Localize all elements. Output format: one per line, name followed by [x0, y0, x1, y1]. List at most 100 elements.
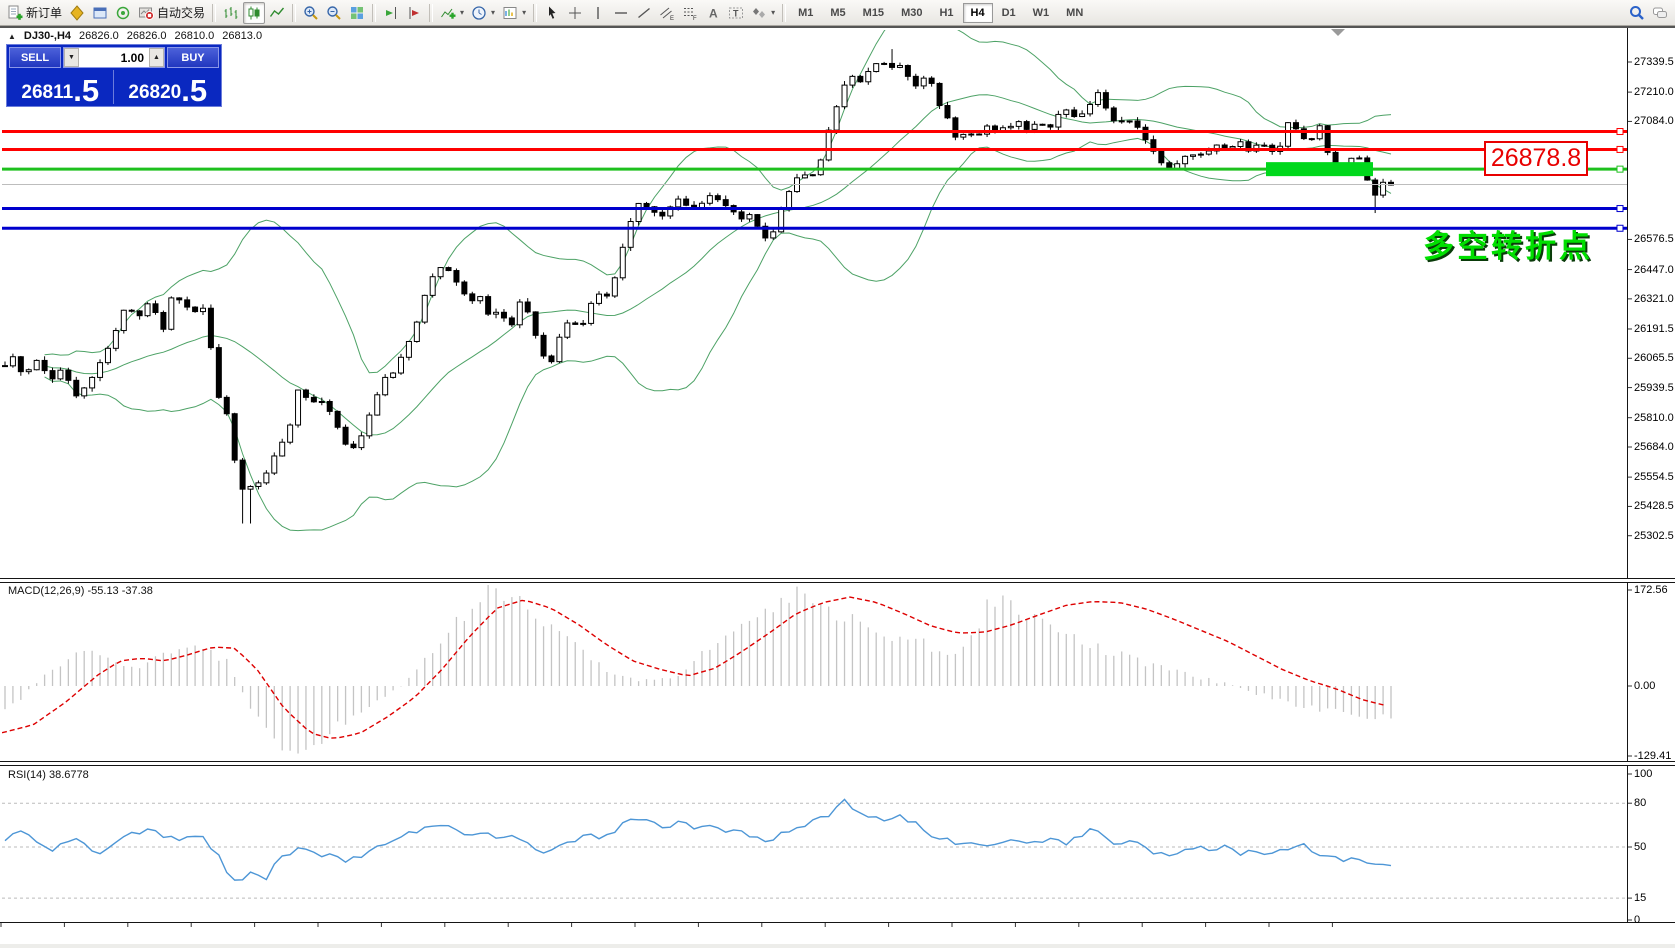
navigator-button[interactable]	[112, 2, 134, 24]
time-axis[interactable]: 16 Aug 201920 Aug 00:0021 Aug 08:0022 Au…	[0, 922, 1675, 948]
toolbar-separator	[292, 4, 296, 22]
candle	[185, 300, 190, 307]
candle	[375, 395, 380, 415]
rsi-axis-label: 100	[1634, 768, 1652, 780]
candle	[494, 312, 499, 314]
pane-separator[interactable]	[0, 578, 1675, 583]
candle	[589, 303, 594, 323]
text-label-icon: T	[728, 5, 744, 21]
timeframe-M1[interactable]: M1	[790, 3, 821, 23]
ohlc-close: 26813.0	[222, 30, 262, 42]
rsi-area[interactable]	[2, 799, 1627, 898]
timeframe-W1[interactable]: W1	[1025, 3, 1058, 23]
macd-axis-label: 0.00	[1634, 680, 1655, 692]
timeframe-MN[interactable]: MN	[1058, 3, 1091, 23]
candle	[1103, 93, 1108, 108]
fibonacci-button[interactable]: F	[679, 2, 701, 24]
timeframe-D1[interactable]: D1	[994, 3, 1024, 23]
candle	[74, 380, 79, 396]
chart-bars-button[interactable]	[220, 2, 242, 24]
indicators-button[interactable]: ▾	[437, 2, 467, 24]
timeframe-H1[interactable]: H1	[931, 3, 961, 23]
collapse-panel-icon[interactable]: ▲	[8, 32, 16, 41]
candle	[438, 268, 443, 277]
crosshair-button[interactable]	[564, 2, 586, 24]
chart-shift-button[interactable]	[403, 2, 425, 24]
data-window-button[interactable]	[89, 2, 111, 24]
symbol-name: DJ30-,H4	[24, 30, 71, 42]
candle	[707, 196, 712, 204]
price-annotation-label[interactable]: 26878.8	[1484, 141, 1588, 176]
hline-endpoint[interactable]	[1617, 129, 1623, 135]
chat-button[interactable]	[1649, 2, 1671, 24]
candle	[977, 134, 982, 135]
cursor-button[interactable]	[541, 2, 563, 24]
new-order-button[interactable]: 新订单	[4, 2, 65, 24]
main-chart-area[interactable]	[2, 7, 1627, 531]
volume-decrease-button[interactable]: ▼	[64, 48, 79, 67]
toolbar-separator	[212, 4, 216, 22]
timeframe-H4[interactable]: H4	[963, 3, 993, 23]
autotrading-button[interactable]: 自动交易	[135, 2, 208, 24]
candle	[850, 76, 855, 85]
chart-line-button[interactable]	[266, 2, 288, 24]
hline-endpoint[interactable]	[1617, 146, 1623, 152]
buy-price[interactable]: 26820.5	[117, 70, 220, 104]
candle	[1016, 122, 1021, 127]
candle	[129, 310, 134, 311]
trendline-button[interactable]	[633, 2, 655, 24]
zoom-in-button[interactable]	[300, 2, 322, 24]
dropdown-arrow-icon: ▾	[771, 8, 775, 17]
macd-axis-label: -129.41	[1634, 750, 1671, 762]
hline-endpoint[interactable]	[1617, 225, 1623, 231]
market-watch-button[interactable]	[66, 2, 88, 24]
candle	[18, 357, 23, 372]
candle	[1095, 93, 1100, 105]
price-axis-label: 26576.5	[1634, 233, 1674, 245]
pane-separator[interactable]	[0, 761, 1675, 766]
highlight-rectangle[interactable]	[1266, 162, 1373, 176]
templates-button[interactable]: ▾	[499, 2, 529, 24]
buy-button[interactable]: BUY	[167, 47, 219, 68]
timeframe-M15[interactable]: M15	[855, 3, 892, 23]
macd-area[interactable]	[2, 584, 1391, 753]
candle	[1040, 124, 1045, 125]
candle	[1064, 110, 1069, 114]
candle	[818, 160, 823, 175]
text-button[interactable]: A	[702, 2, 724, 24]
candle	[82, 388, 87, 396]
text-label-button[interactable]: T	[725, 2, 747, 24]
candle	[1032, 124, 1037, 129]
vertical-line-button[interactable]	[587, 2, 609, 24]
timeframe-M30[interactable]: M30	[893, 3, 930, 23]
toolbar-separator	[372, 4, 376, 22]
chart-plot[interactable]	[0, 0, 1675, 948]
candle	[597, 294, 602, 303]
candle	[367, 415, 372, 436]
candle	[929, 78, 934, 83]
price-axis[interactable]: 27339.527210.027084.026576.526447.026321…	[1628, 28, 1675, 922]
hline-endpoint[interactable]	[1617, 166, 1623, 172]
candle	[913, 76, 918, 86]
volume-increase-button[interactable]: ▲	[149, 48, 164, 67]
chart-candles-button[interactable]	[243, 2, 265, 24]
zoom-out-button[interactable]	[323, 2, 345, 24]
sell-price[interactable]: 26811.5	[9, 70, 112, 104]
tile-windows-button[interactable]	[346, 2, 368, 24]
candle	[113, 331, 118, 349]
equidistant-channel-button[interactable]: E	[656, 2, 678, 24]
periods-button[interactable]: ▾	[468, 2, 498, 24]
candle	[1357, 158, 1362, 159]
volume-input[interactable]	[79, 48, 149, 67]
cn-annotation-text[interactable]: 多空转折点	[1423, 221, 1593, 266]
timeframe-M5[interactable]: M5	[822, 3, 853, 23]
candle	[359, 436, 364, 448]
horizontal-line-button[interactable]	[610, 2, 632, 24]
candle	[1135, 121, 1140, 127]
auto-scroll-button[interactable]	[380, 2, 402, 24]
sell-button[interactable]: SELL	[9, 47, 61, 68]
chart-shift-marker[interactable]	[1331, 29, 1345, 36]
hline-endpoint[interactable]	[1617, 206, 1623, 212]
symbol-search-button[interactable]	[1626, 2, 1648, 24]
cycles-button[interactable]: ▾	[748, 2, 778, 24]
